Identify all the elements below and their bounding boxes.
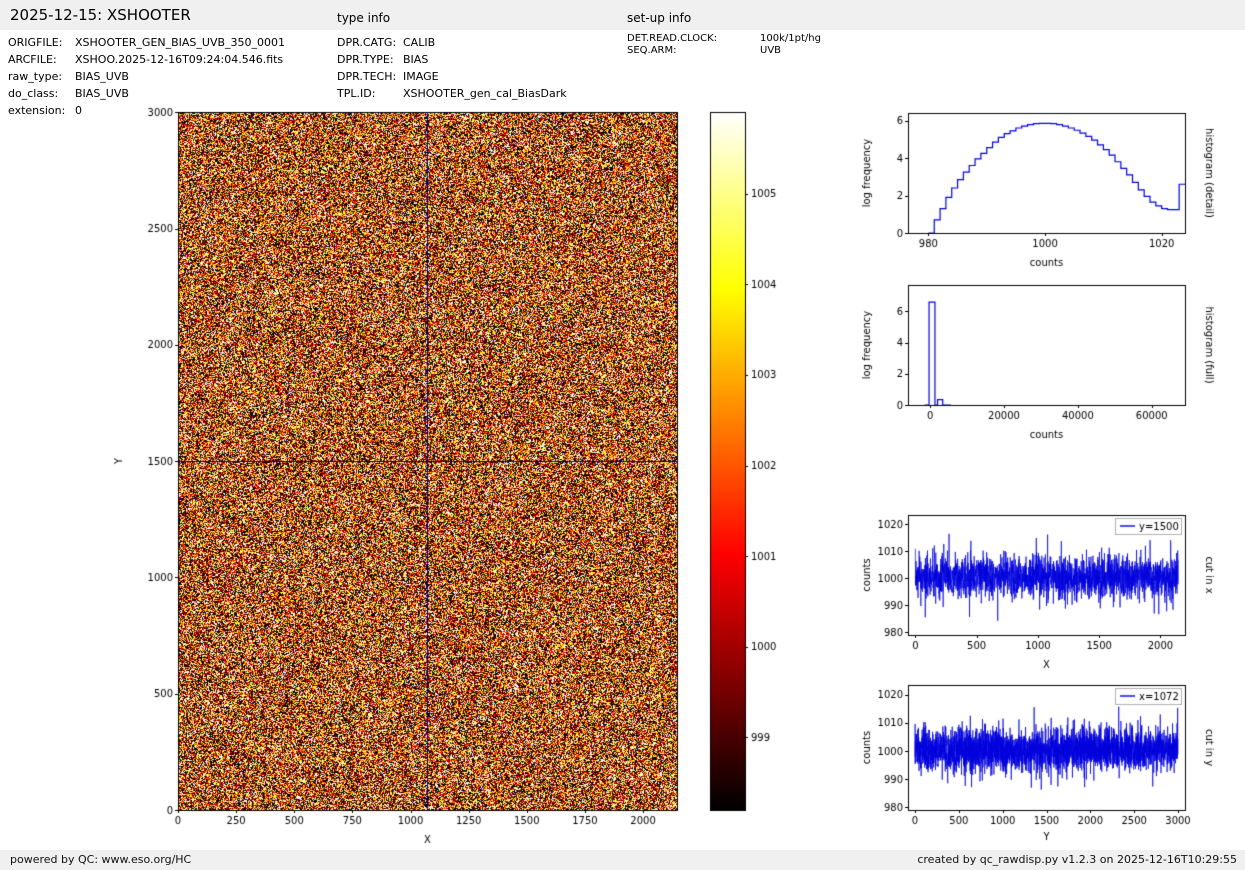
dpr-type-row: DPR.TYPE: BIAS	[337, 51, 567, 68]
origfile-label: ORIGFILE:	[8, 34, 75, 51]
tpl-id-label: TPL.ID:	[337, 85, 403, 102]
cut-in-x-plot	[850, 502, 1215, 682]
raw-type-row: raw_type: BIAS_UVB	[8, 68, 285, 85]
seq-arm-row: SEQ.ARM: UVB	[627, 45, 821, 57]
qc-rawdisp-page: 2025-12-15: XSHOOTER type info set-up in…	[0, 0, 1245, 870]
raw-type-label: raw_type:	[8, 68, 75, 85]
footer-bar: powered by QC: www.eso.org/HC created by…	[0, 850, 1245, 870]
arcfile-label: ARCFILE:	[8, 51, 75, 68]
arcfile-value: XSHOO.2025-12-16T09:24:04.546.fits	[75, 51, 283, 68]
origfile-row: ORIGFILE: XSHOOTER_GEN_BIAS_UVB_350_0001	[8, 34, 285, 51]
extension-label: extension:	[8, 102, 75, 119]
do-class-row: do_class: BIAS_UVB	[8, 85, 285, 102]
extension-row: extension: 0	[8, 102, 285, 119]
type-info-heading: type info	[337, 11, 390, 25]
histogram-detail-plot	[850, 100, 1215, 280]
arcfile-row: ARCFILE: XSHOO.2025-12-16T09:24:04.546.f…	[8, 51, 285, 68]
raw-type-value: BIAS_UVB	[75, 68, 129, 85]
dpr-catg-row: DPR.CATG: CALIB	[337, 34, 567, 51]
histogram-full-plot	[850, 272, 1215, 452]
tpl-id-value: XSHOOTER_gen_cal_BiasDark	[403, 85, 567, 102]
footer-powered-by: powered by QC: www.eso.org/HC	[10, 850, 191, 870]
page-title: 2025-12-15: XSHOOTER	[10, 6, 191, 24]
cut-in-y-plot	[850, 672, 1215, 850]
raw-image-plot	[95, 100, 710, 850]
extension-value: 0	[75, 102, 82, 119]
tpl-id-row: TPL.ID: XSHOOTER_gen_cal_BiasDark	[337, 85, 567, 102]
seq-arm-value: UVB	[760, 45, 781, 57]
setup-info-block: DET.READ.CLOCK: 100k/1pt/hg SEQ.ARM: UVB	[627, 33, 821, 57]
type-info-block: DPR.CATG: CALIB DPR.TYPE: BIAS DPR.TECH:…	[337, 34, 567, 102]
dpr-tech-label: DPR.TECH:	[337, 68, 403, 85]
do-class-label: do_class:	[8, 85, 75, 102]
setup-info-heading: set-up info	[627, 11, 691, 25]
dpr-tech-value: IMAGE	[403, 68, 439, 85]
dpr-type-label: DPR.TYPE:	[337, 51, 403, 68]
dpr-catg-label: DPR.CATG:	[337, 34, 403, 51]
header-bar: 2025-12-15: XSHOOTER type info set-up in…	[0, 0, 1245, 30]
dpr-catg-value: CALIB	[403, 34, 435, 51]
do-class-value: BIAS_UVB	[75, 85, 129, 102]
seq-arm-label: SEQ.ARM:	[627, 45, 760, 57]
file-info-block: ORIGFILE: XSHOOTER_GEN_BIAS_UVB_350_0001…	[8, 34, 285, 119]
dpr-tech-row: DPR.TECH: IMAGE	[337, 68, 567, 85]
read-clock-value: 100k/1pt/hg	[760, 33, 821, 45]
origfile-value: XSHOOTER_GEN_BIAS_UVB_350_0001	[75, 34, 285, 51]
footer-created-by: created by qc_rawdisp.py v1.2.3 on 2025-…	[917, 850, 1237, 870]
read-clock-row: DET.READ.CLOCK: 100k/1pt/hg	[627, 33, 821, 45]
read-clock-label: DET.READ.CLOCK:	[627, 33, 760, 45]
dpr-type-value: BIAS	[403, 51, 428, 68]
colorbar	[705, 100, 790, 850]
